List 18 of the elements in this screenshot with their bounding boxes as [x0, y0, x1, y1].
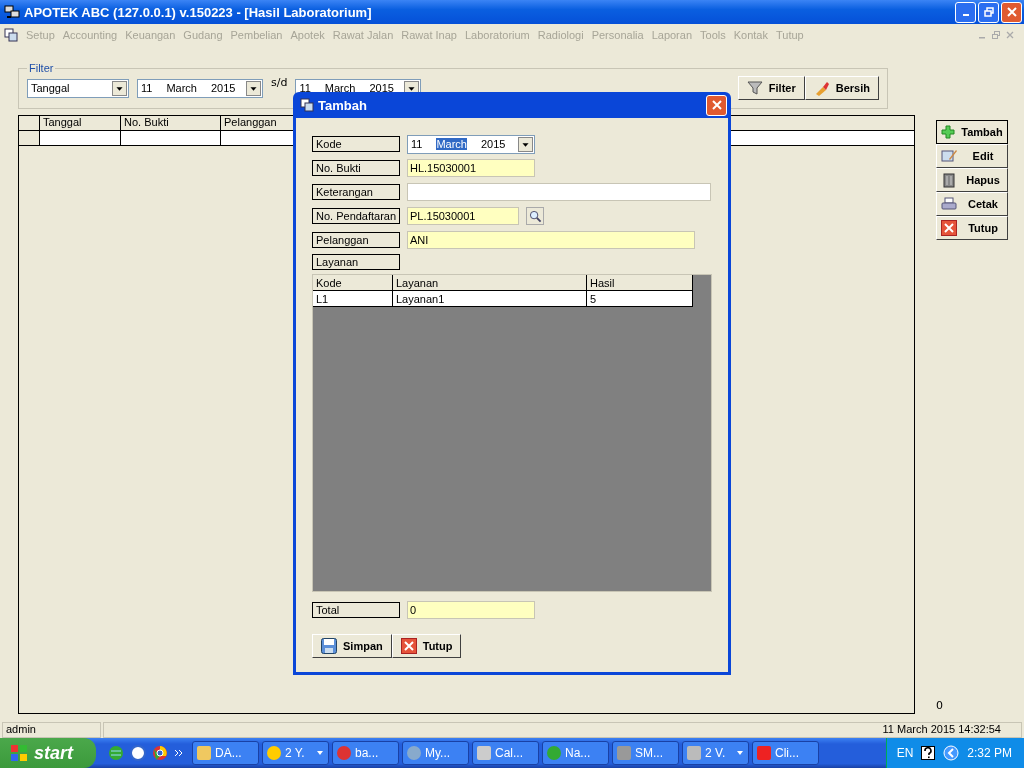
field-label: No. Pendaftaran — [312, 208, 400, 224]
field-label: Keterangan — [312, 184, 400, 200]
status-user: admin — [2, 722, 101, 738]
field-label: Layanan — [312, 254, 400, 270]
table-cell: L1 — [313, 291, 393, 306]
window-title: APOTEK ABC (127.0.0.1) v.150223 - [Hasil Laboratorium] — [24, 4, 372, 20]
field-label: Total — [312, 602, 400, 618]
clock: 2:32 PM — [967, 746, 1012, 760]
field-label: Kode — [312, 136, 400, 152]
filter-group-title: Filter — [28, 62, 55, 74]
status-datetime: 11 March 2015 14:32:54 — [103, 722, 1022, 738]
range-separator: s/d — [271, 76, 288, 89]
table-cell: Layanan1 — [393, 291, 587, 306]
dialog-title: Tambah — [318, 97, 367, 113]
field-label: No. Bukti — [312, 160, 400, 176]
table-cell: 5 — [587, 291, 693, 306]
field-label: Pelanggan — [312, 232, 400, 248]
record-count: 0 — [936, 699, 944, 714]
